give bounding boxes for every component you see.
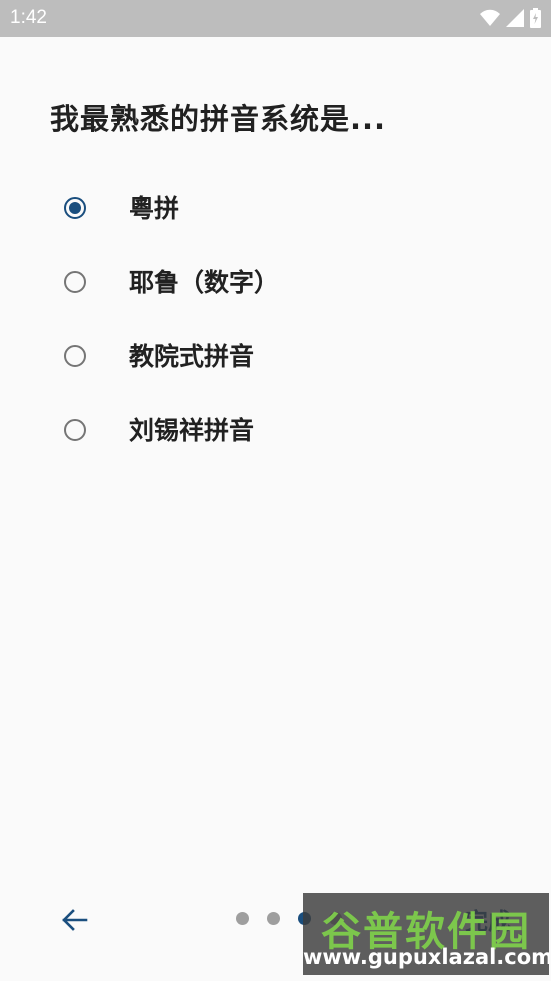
status-icons <box>480 8 541 32</box>
page-dot <box>236 912 249 925</box>
option-label: 刘锡祥拼音 <box>129 416 255 445</box>
status-time: 1:42 <box>10 7 47 28</box>
option-jiaoyuan[interactable]: 教院式拼音 <box>64 334 279 408</box>
option-label: 教院式拼音 <box>129 342 255 371</box>
option-yale[interactable]: 耶鲁（数字） <box>64 260 279 334</box>
radio-unselected-icon[interactable] <box>64 345 86 367</box>
battery-icon <box>530 8 541 32</box>
status-bar: 1:42 <box>0 0 551 37</box>
back-button[interactable] <box>56 902 92 938</box>
signal-icon <box>506 9 524 31</box>
arrow-left-icon <box>62 909 88 931</box>
watermark-url: www.gupuxlazal.com <box>303 945 549 969</box>
option-jyutping[interactable]: 粵拼 <box>64 186 279 260</box>
option-label: 粵拼 <box>129 194 180 223</box>
radio-unselected-icon[interactable] <box>64 271 86 293</box>
page-dot <box>267 912 280 925</box>
watermark-logo: 谷普软件园 www.gupuxlazal.com <box>303 893 549 975</box>
wifi-icon <box>480 9 500 31</box>
page-title: 我最熟悉的拼音系统是... <box>50 102 387 136</box>
radio-unselected-icon[interactable] <box>64 419 86 441</box>
option-sidney-lau[interactable]: 刘锡祥拼音 <box>64 408 279 482</box>
radio-selected-icon[interactable] <box>64 197 86 219</box>
option-label: 耶鲁（数字） <box>129 268 280 297</box>
pinyin-options: 粵拼 耶鲁（数字） 教院式拼音 刘锡祥拼音 <box>64 186 279 482</box>
